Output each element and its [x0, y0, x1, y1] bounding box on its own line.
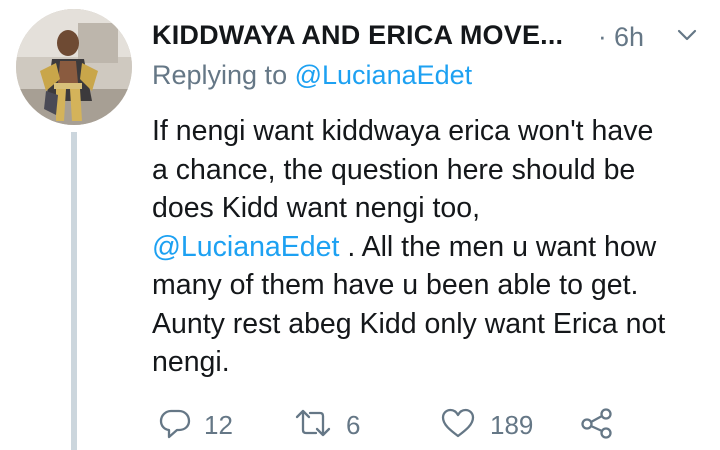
tweet-text-line: many of them have u been able to get. — [152, 269, 639, 301]
separator-dot: · — [598, 21, 607, 51]
tweet-text-line: a chance, the question here should be — [152, 153, 636, 186]
replying-to: Replying to @LucianaEdet — [152, 60, 472, 91]
heart-icon — [441, 408, 475, 438]
action-bar: 12 6 189 — [152, 400, 712, 444]
tweet-text-line: Aunty rest abeg Kidd only want Erica not — [152, 307, 666, 340]
like-button[interactable]: 189 — [434, 400, 544, 444]
tweet-text: If nengi want kiddwaya erica won't have … — [152, 112, 712, 382]
tweet-header: KIDDWAYA AND ERICA MOVE... · 6h — [152, 14, 712, 58]
tweet-text-line-with-mention: @LucianaEdet . All the men u want how — [152, 228, 712, 267]
reply-count: 12 — [204, 410, 233, 440]
replying-prefix: Replying to — [152, 60, 288, 90]
tweet-text-line: If nengi want kiddwaya erica won't have — [152, 115, 654, 147]
avatar-image — [16, 9, 132, 125]
like-count: 189 — [490, 410, 534, 440]
display-name[interactable]: KIDDWAYA AND ERICA MOVE... — [152, 20, 563, 51]
timestamp[interactable]: 6h — [614, 22, 644, 53]
thread-line — [71, 132, 77, 450]
avatar[interactable] — [16, 9, 132, 125]
tweet-text-line: does Kidd want nengi too, — [152, 192, 480, 224]
retweet-count: 6 — [346, 410, 361, 440]
replying-handle-link[interactable]: @LucianaEdet — [295, 60, 473, 90]
mention-tail: . All the men u want how — [339, 230, 657, 263]
mention-link[interactable]: @LucianaEdet — [152, 231, 339, 263]
retweet-icon — [295, 409, 331, 437]
tweet-text-line: nengi. — [152, 346, 230, 378]
reply-button[interactable]: 12 — [152, 400, 252, 444]
reply-icon — [159, 409, 191, 439]
chevron-down-icon[interactable] — [672, 20, 702, 50]
retweet-button[interactable]: 6 — [292, 400, 392, 444]
share-icon — [581, 408, 612, 439]
share-button[interactable] — [578, 400, 618, 444]
